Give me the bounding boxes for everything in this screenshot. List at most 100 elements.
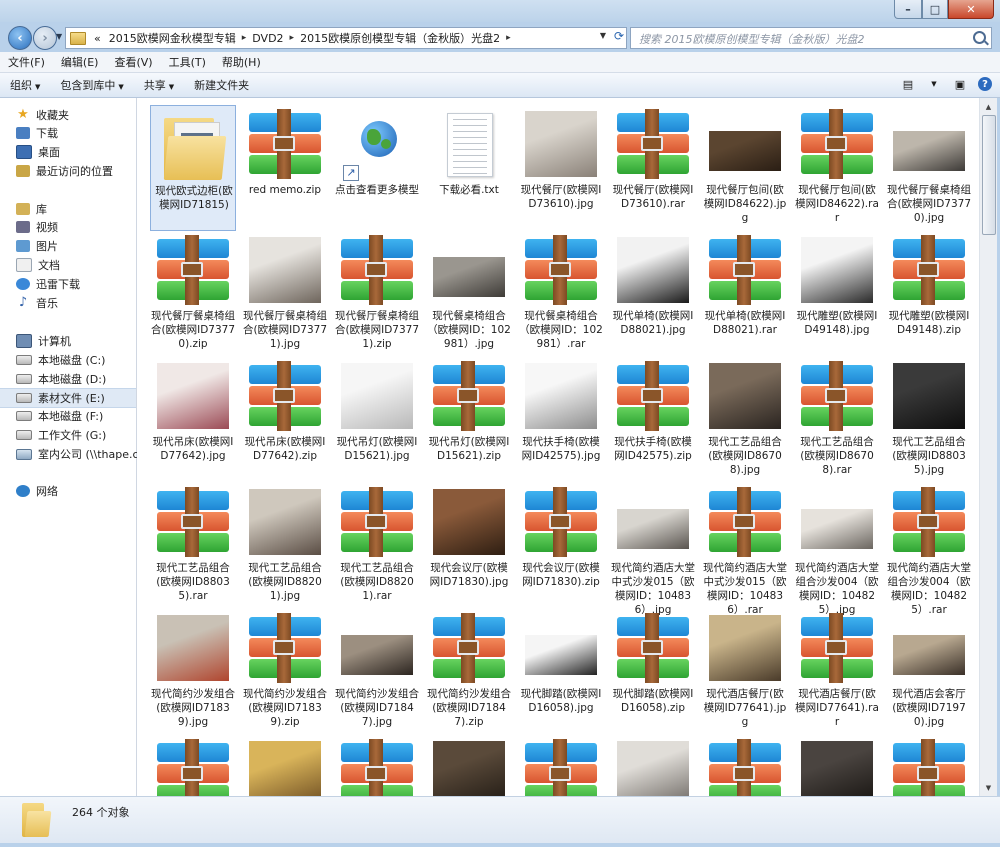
menu-file[interactable]: 文件(F) xyxy=(0,54,53,70)
file-item[interactable]: 现代简约沙发组合(欧模网ID71847).jpg xyxy=(334,609,420,735)
back-button[interactable]: ‹ xyxy=(8,26,32,50)
nav-desktop[interactable]: 桌面 xyxy=(0,143,136,161)
breadcrumb-separator-icon[interactable]: ▸ xyxy=(288,33,297,43)
file-item[interactable]: 现代工艺品组合(欧模网ID88201).jpg xyxy=(242,483,328,609)
file-item[interactable]: ↗ 点击查看更多模型 xyxy=(334,105,420,231)
file-item[interactable]: 现代餐厅(欧模网ID73610).jpg xyxy=(518,105,604,231)
file-item[interactable]: 现代单椅(欧模网ID88021).rar xyxy=(702,231,788,357)
file-item[interactable]: red memo.zip xyxy=(242,105,328,231)
file-item[interactable]: 现代餐桌椅组合（欧模网ID：102981）.rar xyxy=(518,231,604,357)
file-item[interactable]: 现代单椅(欧模网ID88021).jpg xyxy=(610,231,696,357)
menu-edit[interactable]: 编辑(E) xyxy=(53,54,107,70)
file-item[interactable]: 现代简约酒店大堂中式沙发015（欧模网ID：104836）.rar xyxy=(702,483,788,616)
file-item[interactable]: 现代会议厅(欧模网ID71830).jpg xyxy=(426,483,512,609)
refresh-icon[interactable]: ⟳ xyxy=(614,29,624,43)
close-button[interactable]: ✕ xyxy=(948,0,994,19)
file-item[interactable]: 下载必看.txt xyxy=(426,105,512,231)
nav-drive-f[interactable]: 本地磁盘 (F:) xyxy=(0,407,136,425)
new-folder-button[interactable]: 新建文件夹 xyxy=(184,77,259,93)
file-item[interactable]: 现代工艺品组合(欧模网ID86708).rar xyxy=(794,357,880,483)
file-item[interactable]: 现代欧式边柜(欧模网ID71815) xyxy=(150,105,236,231)
view-options-dropdown-icon[interactable]: ▼ xyxy=(926,76,942,92)
file-item[interactable]: 现代吊灯(欧模网ID15621).jpg xyxy=(334,357,420,483)
nav-favorites[interactable]: ★ 收藏夹 xyxy=(0,106,136,124)
breadcrumb-1[interactable]: 2015欧模网金秋模型专辑 xyxy=(105,30,240,46)
file-item[interactable] xyxy=(886,735,972,796)
file-item[interactable]: 现代酒店会客厅(欧模网ID71970).jpg xyxy=(886,609,972,735)
address-dropdown-icon[interactable]: ▼ xyxy=(600,31,606,40)
nav-downloads[interactable]: 下载 xyxy=(0,124,136,142)
file-item[interactable]: 现代简约沙发组合(欧模网ID71847).zip xyxy=(426,609,512,735)
nav-computer[interactable]: 计算机 xyxy=(0,332,136,350)
help-icon[interactable]: ? xyxy=(978,77,992,91)
file-item[interactable]: 现代工艺品组合(欧模网ID88201).rar xyxy=(334,483,420,609)
organize-button[interactable]: 组织 ▼ xyxy=(0,77,50,93)
search-input[interactable]: 搜索 2015欧模原创模型专辑（金秋版）光盘2 xyxy=(630,27,992,49)
file-item[interactable]: 现代雕塑(欧模网ID49148).zip xyxy=(886,231,972,357)
nav-drive-g[interactable]: 工作文件 (G:) xyxy=(0,426,136,444)
file-item[interactable] xyxy=(794,735,880,796)
file-item[interactable] xyxy=(702,735,788,796)
file-item[interactable] xyxy=(426,735,512,796)
file-item[interactable]: 现代脚踏(欧模网ID16058).jpg xyxy=(518,609,604,735)
breadcrumb-3[interactable]: 2015欧模原创模型专辑（金秋版）光盘2 xyxy=(296,30,504,46)
nav-thunder-downloads[interactable]: 迅雷下载 xyxy=(0,275,136,293)
file-item[interactable] xyxy=(334,735,420,796)
file-item[interactable]: 现代简约沙发组合(欧模网ID71839).zip xyxy=(242,609,328,735)
nav-network[interactable]: 网络 xyxy=(0,482,136,500)
file-item[interactable]: 现代雕塑(欧模网ID49148).jpg xyxy=(794,231,880,357)
nav-music[interactable]: ♪ 音乐 xyxy=(0,294,136,312)
address-overflow[interactable]: « xyxy=(90,32,105,45)
file-item[interactable]: 现代简约沙发组合(欧模网ID71839).jpg xyxy=(150,609,236,735)
include-in-library-button[interactable]: 包含到库中 ▼ xyxy=(50,77,133,93)
nav-drive-e[interactable]: 素材文件 (E:) xyxy=(0,388,136,408)
file-item[interactable]: 现代扶手椅(欧模网ID42575).zip xyxy=(610,357,696,483)
nav-documents[interactable]: 文档 xyxy=(0,256,136,274)
scrollbar-thumb[interactable] xyxy=(982,115,996,235)
file-item[interactable]: 现代工艺品组合(欧模网ID88035).jpg xyxy=(886,357,972,483)
file-item[interactable]: 现代简约酒店大堂组合沙发004（欧模网ID：104825）.rar xyxy=(886,483,972,616)
file-item[interactable]: 现代餐厅餐桌椅组合(欧模网ID73771).zip xyxy=(334,231,420,357)
nav-pictures[interactable]: 图片 xyxy=(0,237,136,255)
file-item[interactable]: 现代吊灯(欧模网ID15621).zip xyxy=(426,357,512,483)
minimize-button[interactable]: – xyxy=(894,0,922,19)
address-bar[interactable]: « 2015欧模网金秋模型专辑 ▸ DVD2 ▸ 2015欧模原创模型专辑（金秋… xyxy=(65,27,627,49)
menu-tools[interactable]: 工具(T) xyxy=(161,54,214,70)
breadcrumb-2[interactable]: DVD2 xyxy=(248,32,287,45)
file-item[interactable]: 现代餐厅餐桌椅组合(欧模网ID73770).jpg xyxy=(886,105,972,231)
menu-view[interactable]: 查看(V) xyxy=(106,54,160,70)
file-item[interactable]: 现代餐厅(欧模网ID73610).rar xyxy=(610,105,696,231)
file-item[interactable]: 现代会议厅(欧模网ID71830).zip xyxy=(518,483,604,609)
nav-drive-c[interactable]: 本地磁盘 (C:) xyxy=(0,351,136,369)
file-item[interactable]: 现代餐桌椅组合（欧模网ID：102981）.jpg xyxy=(426,231,512,357)
file-item[interactable]: 现代工艺品组合(欧模网ID88035).rar xyxy=(150,483,236,609)
scroll-down-icon[interactable]: ▼ xyxy=(980,779,997,796)
nav-videos[interactable]: 视频 xyxy=(0,218,136,236)
forward-button[interactable]: › xyxy=(33,26,57,50)
file-item[interactable] xyxy=(610,735,696,796)
file-item[interactable] xyxy=(242,735,328,796)
file-item[interactable]: 现代脚踏(欧模网ID16058).zip xyxy=(610,609,696,735)
breadcrumb-separator-icon[interactable]: ▸ xyxy=(504,33,513,43)
file-item[interactable]: 现代餐厅包间(欧模网ID84622).rar xyxy=(794,105,880,231)
nav-network-drive[interactable]: 室内公司 (\\thape.c xyxy=(0,445,139,463)
file-item[interactable]: 现代简约酒店大堂中式沙发015（欧模网ID：104836）.jpg xyxy=(610,483,696,616)
file-item[interactable]: 现代吊床(欧模网ID77642).zip xyxy=(242,357,328,483)
share-button[interactable]: 共享 ▼ xyxy=(134,77,184,93)
nav-drive-d[interactable]: 本地磁盘 (D:) xyxy=(0,370,136,388)
preview-pane-icon[interactable]: ▣ xyxy=(952,76,968,92)
file-item[interactable]: 现代工艺品组合(欧模网ID86708).jpg xyxy=(702,357,788,483)
search-icon[interactable] xyxy=(973,31,986,44)
file-item[interactable]: 现代餐厅餐桌椅组合(欧模网ID73770).zip xyxy=(150,231,236,357)
change-view-icon[interactable]: ▤ xyxy=(900,76,916,92)
file-item[interactable]: 现代餐厅包间(欧模网ID84622).jpg xyxy=(702,105,788,231)
file-item[interactable]: 现代酒店餐厅(欧模网ID77641).jpg xyxy=(702,609,788,735)
nav-libraries[interactable]: 库 xyxy=(0,200,136,218)
nav-recent-places[interactable]: 最近访问的位置 xyxy=(0,162,136,180)
menu-help[interactable]: 帮助(H) xyxy=(214,54,269,70)
maximize-button[interactable]: □ xyxy=(922,0,948,19)
recent-pages-dropdown-icon[interactable]: ▼ xyxy=(56,32,62,41)
breadcrumb-separator-icon[interactable]: ▸ xyxy=(240,33,249,43)
file-item[interactable] xyxy=(150,735,236,796)
file-item[interactable]: 现代吊床(欧模网ID77642).jpg xyxy=(150,357,236,483)
